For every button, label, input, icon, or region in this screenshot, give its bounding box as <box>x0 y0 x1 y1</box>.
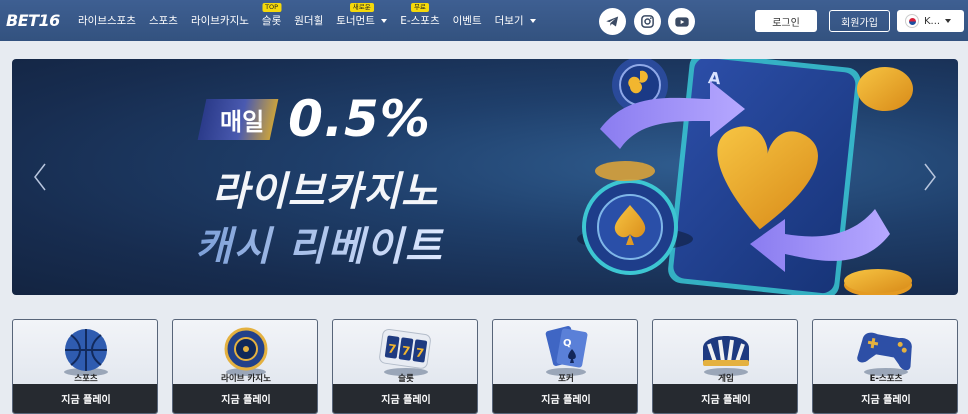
play-now-button[interactable]: 지금 플레이 <box>813 384 957 413</box>
main-nav: 라이브스포츠 스포츠 라이브카지노 TOP 슬롯 원더휠 새로운 토너먼트 무료… <box>78 0 549 41</box>
nav-item-more[interactable]: 더보기 <box>495 13 536 28</box>
gamepad-icon <box>857 332 912 376</box>
telegram-icon[interactable] <box>599 8 626 35</box>
game-card-sports[interactable]: 스포츠 지금 플레이 <box>12 319 158 414</box>
play-now-button[interactable]: 지금 플레이 <box>493 384 637 413</box>
promo-line-rebate: 캐시 리베이트 <box>195 214 444 272</box>
daily-label: 매일 <box>220 107 265 136</box>
nav-item-label: 토너먼트 <box>336 15 375 27</box>
top-header: BET16 라이브스포츠 스포츠 라이브카지노 TOP 슬롯 원더휠 새로운 토… <box>0 0 968 41</box>
game-card-live-casino[interactable]: 라이브 카지노 지금 플레이 <box>172 319 318 414</box>
nav-item-events[interactable]: 이벤트 <box>453 13 482 28</box>
game-card-esports[interactable]: E-스포츠 지금 플레이 <box>812 319 958 414</box>
login-button[interactable]: 로그인 <box>755 10 817 32</box>
roulette-icon <box>224 327 268 376</box>
chevron-left-icon[interactable] <box>33 163 47 191</box>
nav-item-slots[interactable]: TOP 슬롯 <box>261 3 282 28</box>
play-now-button[interactable]: 지금 플레이 <box>333 384 477 413</box>
play-now-button[interactable]: 지금 플레이 <box>653 384 797 413</box>
game-card-label: 라이브 카지노 <box>221 374 271 384</box>
promo-line-casino: 라이브카지노 <box>212 169 439 215</box>
nav-item-esports[interactable]: 무료 E-스포츠 <box>400 3 440 28</box>
nav-item-label: 슬롯 <box>261 15 282 27</box>
nav-item-tournament[interactable]: 새로운 토너먼트 <box>336 3 388 28</box>
casino-card-illustration: A <box>577 59 913 295</box>
nav-item-live-sports[interactable]: 라이브스포츠 <box>78 13 136 28</box>
nav-item-label: 더보기 <box>494 15 524 27</box>
rebate-percent: 0.5% <box>288 90 431 148</box>
nav-badge: TOP <box>262 3 282 12</box>
nav-item-wonder-wheel[interactable]: 원더휠 <box>294 13 323 28</box>
play-now-button[interactable]: 지금 플레이 <box>13 384 157 413</box>
game-card-label: 포커 <box>558 374 574 384</box>
instagram-icon[interactable] <box>634 8 661 35</box>
nav-item-label: 스포츠 <box>148 15 178 27</box>
site-logo[interactable]: BET16 <box>6 11 60 30</box>
nav-badge: 무료 <box>410 3 429 12</box>
game-card-poker[interactable]: Q 포커 지금 플레이 <box>492 319 638 414</box>
youtube-icon[interactable] <box>668 8 695 35</box>
game-card-label: 게임 <box>718 374 734 384</box>
promo-headline: 매일 0.5% <box>197 90 431 148</box>
chevron-down-icon <box>945 19 952 23</box>
chevron-down-icon <box>529 19 536 23</box>
playing-cards-icon: Q <box>545 326 588 376</box>
language-selector[interactable]: K... <box>897 10 964 32</box>
slot-machine-icon: 7 7 7 <box>379 328 431 376</box>
language-label: K... <box>924 15 941 27</box>
promo-banner[interactable]: 매일 0.5% 라이브카지노 캐시 리베이트 A <box>12 59 958 295</box>
svg-text:Q: Q <box>563 338 572 349</box>
game-card-label: E-스포츠 <box>869 374 903 384</box>
signup-button[interactable]: 회원가입 <box>829 10 890 32</box>
game-wheel-icon <box>703 336 749 376</box>
game-card-label: 슬롯 <box>398 374 414 384</box>
nav-item-live-casino[interactable]: 라이브카지노 <box>191 13 249 28</box>
basketball-icon <box>64 329 108 376</box>
nav-badge: 새로운 <box>349 3 374 12</box>
korea-flag-icon <box>905 14 919 28</box>
nav-item-label: 라이브카지노 <box>190 15 249 27</box>
nav-item-label: E-스포츠 <box>400 15 440 27</box>
nav-item-label: 라이브스포츠 <box>78 15 136 27</box>
play-now-button[interactable]: 지금 플레이 <box>173 384 317 413</box>
game-card-games[interactable]: 게임 지금 플레이 <box>652 319 798 414</box>
nav-item-label: 원더휠 <box>294 15 324 27</box>
game-card-label: 스포츠 <box>74 374 98 384</box>
chevron-down-icon <box>381 19 388 23</box>
nav-item-sports[interactable]: 스포츠 <box>149 13 178 28</box>
daily-tag: 매일 <box>197 98 279 140</box>
nav-item-label: 이벤트 <box>452 15 482 27</box>
game-card-slots[interactable]: 7 7 7 슬롯 지금 플레이 <box>332 319 478 414</box>
